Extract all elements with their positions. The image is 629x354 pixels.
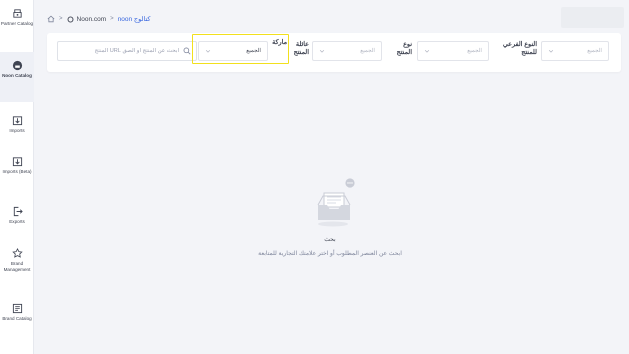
brand-label: ماركة [272, 39, 287, 46]
filter-bar: ابحث عن المنتج أو الصق URL المنتج الجميع… [47, 33, 621, 72]
product-type-label: نوع المنتج [396, 41, 412, 56]
sidebar-item-label: Noon Catalog [2, 73, 32, 78]
brand-select-value: الجميع [246, 48, 261, 54]
brand-catalog-icon [11, 302, 23, 314]
chevron-down-icon [319, 48, 326, 55]
product-subtype-label: النوع الفرعي للمنتج [502, 41, 537, 56]
chevron-down-icon [205, 48, 212, 55]
sidebar-item-noon-catalog[interactable]: Noon Catalog [0, 52, 34, 102]
product-family-select-value: الجميع [360, 48, 375, 54]
noon-catalog-icon [11, 59, 23, 71]
sidebar-item-label: Imports (Beta) [2, 169, 32, 174]
sidebar-item-label: Exports [9, 219, 25, 224]
empty-state-description: ابحث عن العنصر المطلوب أو اختر علامتك ال… [258, 251, 402, 257]
sidebar-item-label: Imports [9, 128, 25, 133]
import-icon [11, 114, 23, 126]
product-family-label: عائلة المنتج [293, 41, 309, 56]
search-input[interactable]: ابحث عن المنتج أو الصق URL المنتج [57, 41, 197, 61]
noon-logo-icon [67, 16, 74, 23]
search-placeholder: ابحث عن المنتج أو الصق URL المنتج [94, 48, 179, 54]
product-subtype-select-value: الجميع [587, 48, 602, 54]
product-type-select[interactable]: الجميع [417, 41, 489, 61]
breadcrumb-separator: > [59, 16, 63, 22]
search-icon [183, 47, 192, 56]
empty-state-title: بحث [324, 237, 336, 243]
chevron-down-icon [424, 48, 431, 55]
product-type-select-value: الجميع [467, 48, 482, 54]
product-family-select[interactable]: الجميع [312, 41, 382, 61]
home-icon[interactable] [47, 15, 55, 23]
brand-select[interactable]: الجميع [198, 41, 268, 61]
breadcrumb-separator: > [110, 16, 114, 22]
export-icon [11, 205, 23, 217]
breadcrumb: > Noon.com > كتالوج noon [47, 13, 151, 25]
empty-search-illustration [313, 177, 355, 229]
sidebar-item-label: Brand Management [3, 261, 31, 272]
top-right-action-box[interactable] [561, 7, 624, 28]
sidebar-item-imports-beta[interactable]: Imports (Beta) [0, 155, 34, 191]
sidebar-item-exports[interactable]: Exports [0, 205, 34, 233]
sidebar-item-brand-management[interactable]: Brand Management [0, 247, 34, 287]
sidebar-item-imports[interactable]: Imports [0, 114, 34, 142]
brand-management-icon [11, 247, 23, 259]
import-beta-icon [11, 155, 23, 167]
breadcrumb-site[interactable]: Noon.com [77, 16, 107, 23]
sidebar: Partner Catalog Noon Catalog Imports Imp… [0, 0, 34, 354]
chevron-down-icon [548, 48, 555, 55]
breadcrumb-current[interactable]: كتالوج noon [118, 15, 151, 23]
product-subtype-select[interactable]: الجميع [541, 41, 609, 61]
sidebar-item-brand-catalog[interactable]: Brand Catalog [0, 302, 34, 338]
sidebar-item-label: Partner Catalog [0, 21, 34, 26]
sidebar-item-partner-catalog[interactable]: Partner Catalog [0, 7, 34, 43]
partner-catalog-icon [11, 7, 23, 19]
sidebar-item-label: Brand Catalog [2, 316, 32, 321]
